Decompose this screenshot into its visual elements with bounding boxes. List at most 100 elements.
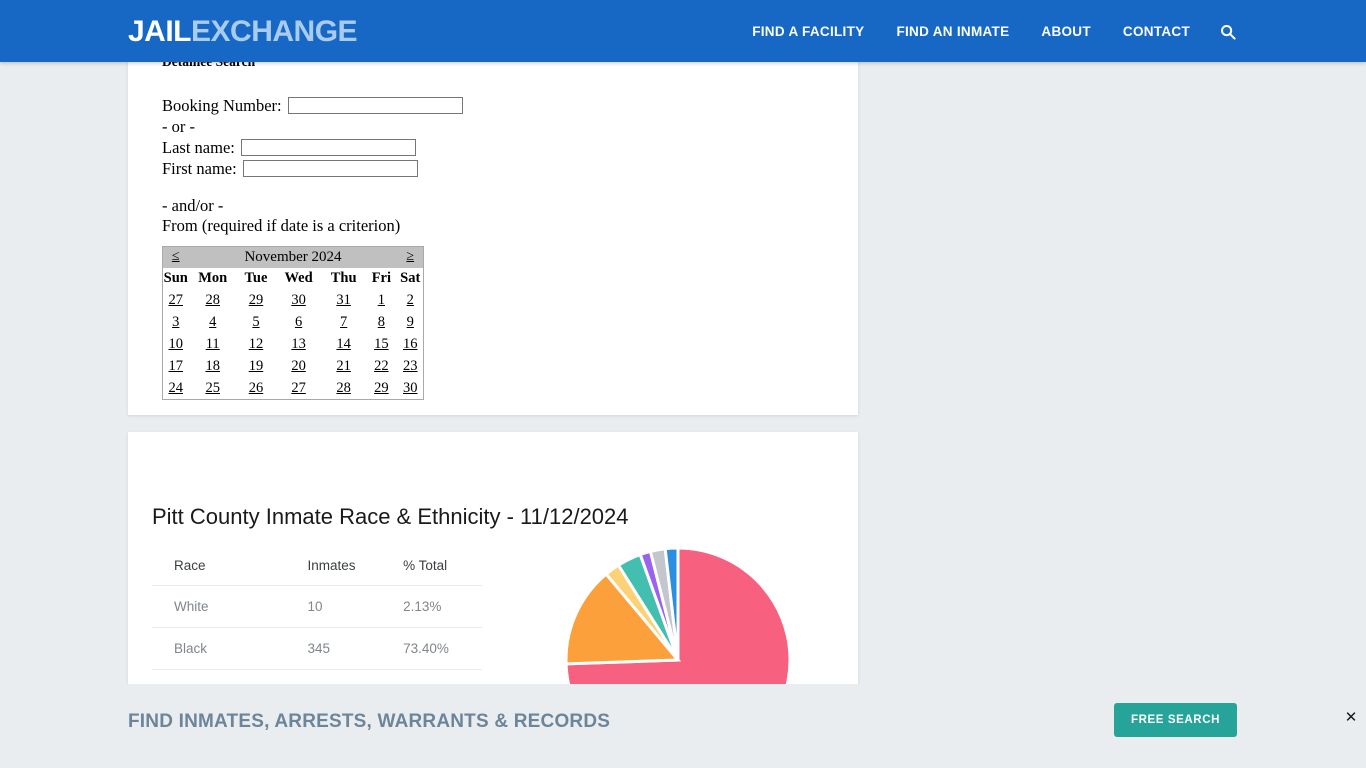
calendar-day-label[interactable]: 29 bbox=[249, 292, 264, 308]
calendar-day[interactable]: 23 bbox=[398, 356, 424, 378]
calendar-day-label[interactable]: 24 bbox=[169, 380, 184, 396]
calendar-day-label[interactable]: 28 bbox=[205, 292, 220, 308]
calendar-day[interactable]: 3 bbox=[163, 312, 189, 334]
calendar-day-label[interactable]: 25 bbox=[205, 380, 220, 396]
dow-sun: Sun bbox=[163, 270, 188, 286]
calendar-day[interactable]: 1 bbox=[365, 290, 397, 312]
nav-about[interactable]: ABOUT bbox=[1025, 22, 1107, 42]
calendar-day-label[interactable]: 30 bbox=[291, 292, 306, 308]
detainee-search-card: Detainee Search Booking Number: - or - L… bbox=[128, 0, 858, 415]
calendar-day[interactable]: 27 bbox=[163, 290, 189, 312]
calendar-day-label[interactable]: 23 bbox=[403, 358, 418, 374]
calendar-day-label[interactable]: 13 bbox=[291, 336, 306, 352]
calendar-day[interactable]: 4 bbox=[189, 312, 237, 334]
calendar-day-label[interactable]: 7 bbox=[340, 314, 347, 330]
calendar-day-label[interactable]: 26 bbox=[249, 380, 264, 396]
calendar-day-label[interactable]: 14 bbox=[336, 336, 351, 352]
calendar-day[interactable]: 28 bbox=[322, 378, 365, 400]
nav-find-a-facility[interactable]: FIND A FACILITY bbox=[736, 22, 880, 42]
close-icon[interactable]: ✕ bbox=[1343, 709, 1359, 727]
date-picker-calendar[interactable]: ≤ November 2024 ≥ Sun Mon Tue Wed Thu Fr… bbox=[162, 246, 424, 400]
calendar-day-label[interactable]: 29 bbox=[374, 380, 389, 396]
calendar-day[interactable]: 7 bbox=[322, 312, 365, 334]
calendar-day[interactable]: 28 bbox=[189, 290, 237, 312]
calendar-day-label[interactable]: 27 bbox=[291, 380, 306, 396]
detainee-search-form: Detainee Search Booking Number: - or - L… bbox=[162, 55, 463, 400]
calendar-day-label[interactable]: 2 bbox=[407, 292, 414, 308]
calendar-day-label[interactable]: 15 bbox=[374, 336, 389, 352]
calendar-day[interactable]: 8 bbox=[365, 312, 397, 334]
andor-separator: - and/or - bbox=[162, 196, 224, 215]
calendar-day[interactable]: 24 bbox=[163, 378, 189, 400]
calendar-day-label[interactable]: 3 bbox=[172, 314, 179, 330]
calendar-day-label[interactable]: 12 bbox=[249, 336, 264, 352]
calendar-day[interactable]: 25 bbox=[189, 378, 237, 400]
calendar-day-label[interactable]: 10 bbox=[169, 336, 184, 352]
nav-find-an-inmate[interactable]: FIND AN INMATE bbox=[880, 22, 1025, 42]
calendar-header-row: ≤ November 2024 ≥ bbox=[162, 246, 424, 268]
calendar-day[interactable]: 13 bbox=[275, 334, 322, 356]
calendar-day-label[interactable]: 20 bbox=[291, 358, 306, 374]
calendar-day[interactable]: 2 bbox=[398, 290, 424, 312]
table-row: Black 345 73.40% bbox=[152, 627, 482, 670]
calendar-day[interactable]: 30 bbox=[398, 378, 424, 400]
calendar-day[interactable]: 14 bbox=[322, 334, 365, 356]
calendar-day[interactable]: 18 bbox=[189, 356, 237, 378]
dow-sat: Sat bbox=[400, 270, 421, 286]
calendar-day[interactable]: 29 bbox=[237, 290, 275, 312]
calendar-day[interactable]: 12 bbox=[237, 334, 275, 356]
chart-title: Pitt County Inmate Race & Ethnicity - 11… bbox=[152, 504, 629, 529]
calendar-day-label[interactable]: 11 bbox=[206, 336, 220, 352]
calendar-day[interactable]: 15 bbox=[365, 334, 397, 356]
calendar-day-label[interactable]: 16 bbox=[403, 336, 418, 352]
calendar-day-label[interactable]: 17 bbox=[169, 358, 184, 374]
column-header-race: Race bbox=[152, 550, 290, 586]
calendar-day[interactable]: 16 bbox=[398, 334, 424, 356]
calendar-day[interactable]: 5 bbox=[237, 312, 275, 334]
calendar-day[interactable]: 30 bbox=[275, 290, 322, 312]
last-name-input[interactable] bbox=[240, 139, 416, 156]
banner-headline: FIND INMATES, ARRESTS, WARRANTS & RECORD… bbox=[128, 711, 611, 732]
calendar-day[interactable]: 22 bbox=[365, 356, 397, 378]
site-logo[interactable]: JAILEXCHANGE bbox=[128, 15, 358, 48]
calendar-day[interactable]: 17 bbox=[163, 356, 189, 378]
calendar-day-label[interactable]: 19 bbox=[249, 358, 264, 374]
calendar-day[interactable]: 31 bbox=[322, 290, 365, 312]
free-search-button[interactable]: FREE SEARCH bbox=[1114, 703, 1237, 737]
dow-tue: Tue bbox=[244, 270, 268, 286]
calendar-day-label[interactable]: 31 bbox=[336, 292, 351, 308]
calendar-prev-month-button[interactable]: ≤ bbox=[163, 247, 189, 268]
search-icon-glyph bbox=[1221, 25, 1236, 40]
calendar-day[interactable]: 10 bbox=[163, 334, 189, 356]
calendar-day-label[interactable]: 1 bbox=[378, 292, 385, 308]
logo-exchange-text: EXCHANGE bbox=[191, 15, 358, 48]
calendar-day[interactable]: 9 bbox=[398, 312, 424, 334]
calendar-day[interactable]: 27 bbox=[275, 378, 322, 400]
search-icon[interactable] bbox=[1218, 22, 1238, 42]
calendar-day-label[interactable]: 28 bbox=[336, 380, 351, 396]
calendar-day-label[interactable]: 18 bbox=[205, 358, 220, 374]
booking-number-input[interactable] bbox=[287, 97, 463, 114]
calendar-day-label[interactable]: 5 bbox=[252, 314, 259, 330]
calendar-day-label[interactable]: 4 bbox=[209, 314, 216, 330]
calendar-day[interactable]: 20 bbox=[275, 356, 322, 378]
calendar-day-label[interactable]: 27 bbox=[169, 292, 184, 308]
calendar-day[interactable]: 11 bbox=[189, 334, 237, 356]
calendar-next-month-button[interactable]: ≥ bbox=[398, 247, 424, 268]
cell-percent: 73.40% bbox=[393, 627, 482, 670]
calendar-day-label[interactable]: 22 bbox=[374, 358, 389, 374]
first-name-input[interactable] bbox=[242, 160, 418, 177]
calendar-day[interactable]: 19 bbox=[237, 356, 275, 378]
calendar-day[interactable]: 21 bbox=[322, 356, 365, 378]
nav-contact[interactable]: CONTACT bbox=[1107, 22, 1206, 42]
calendar-day-label[interactable]: 9 bbox=[407, 314, 414, 330]
calendar-day-label[interactable]: 8 bbox=[378, 314, 385, 330]
calendar-day-label[interactable]: 21 bbox=[336, 358, 351, 374]
calendar-day[interactable]: 26 bbox=[237, 378, 275, 400]
calendar-day-label[interactable]: 30 bbox=[403, 380, 418, 396]
calendar-month-label: November 2024 bbox=[244, 248, 342, 265]
calendar-day[interactable]: 29 bbox=[365, 378, 397, 400]
column-header-inmates: Inmates bbox=[289, 550, 394, 586]
calendar-day[interactable]: 6 bbox=[275, 312, 322, 334]
calendar-day-label[interactable]: 6 bbox=[295, 314, 302, 330]
